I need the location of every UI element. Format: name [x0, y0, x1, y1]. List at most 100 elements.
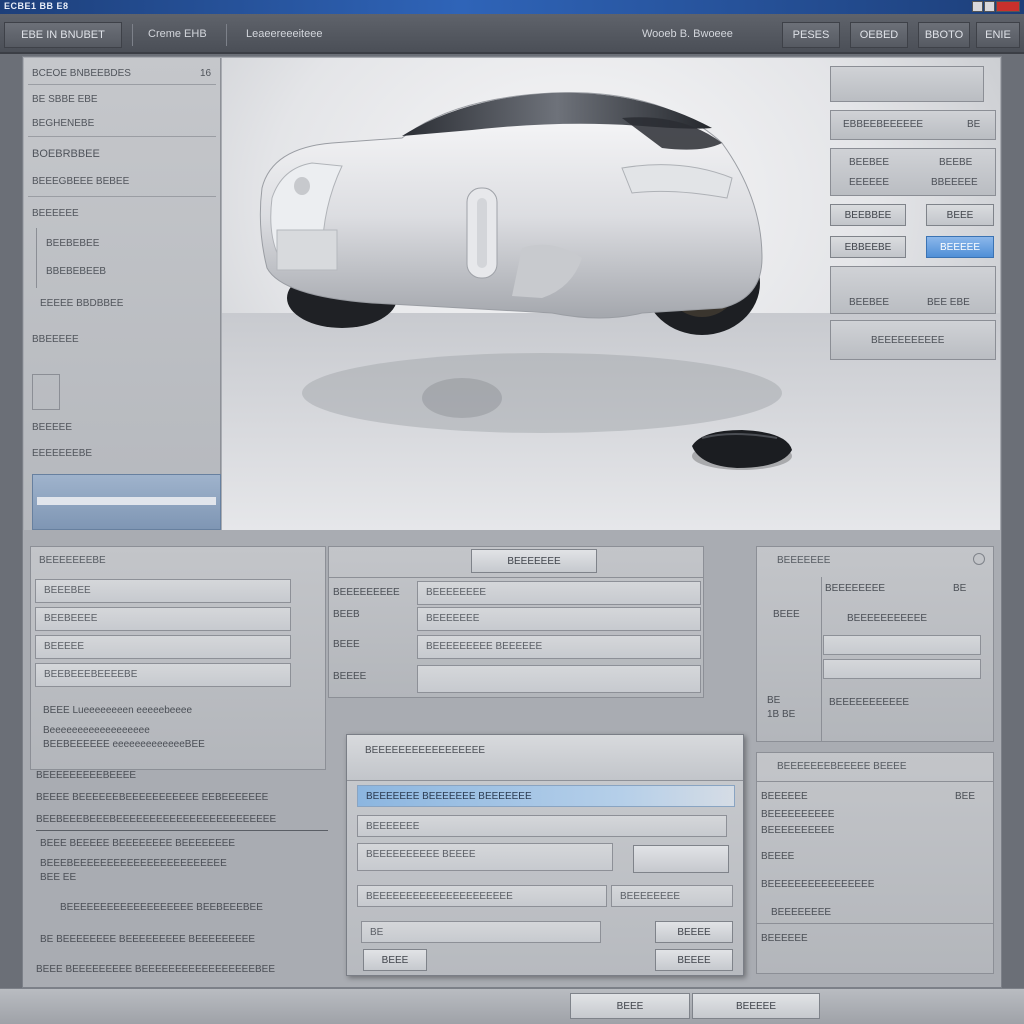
left-panel-item[interactable]: BBEEEEE [32, 334, 79, 345]
list-item-value: BEE [955, 791, 976, 802]
property-row[interactable]: EBBEEBEEEEEE BE [830, 110, 996, 140]
field-label: BEEE [333, 639, 360, 650]
dialog-selected-row[interactable]: BEEEEEEE BEEEEEEE BEEEEEEE [357, 785, 735, 807]
toolbar-divider [226, 24, 227, 46]
left-panel-item[interactable]: BBEBEBEEB [46, 266, 106, 277]
window-title: ECBE1 BB E8 [4, 1, 69, 11]
list-item[interactable]: BEEEE [761, 851, 794, 862]
list-field[interactable]: BEEEEE [35, 635, 291, 659]
value-field[interactable] [417, 665, 701, 693]
toolbar: EBE IN BNUBET Creme EHB Leaeereeeiteee W… [0, 14, 1024, 54]
status-bar: BEEE BEEEEE [0, 988, 1024, 1024]
tab-label[interactable]: Creme EHB [148, 28, 207, 40]
list-item[interactable]: BEEEEEEEEEE [761, 809, 834, 820]
lower-left-pane: BEEEEEEEBE BEEEBEE BEEBEEEE BEEEEE BEEBE… [30, 546, 326, 770]
left-panel-item[interactable]: EEEEEEEBE [32, 448, 92, 459]
dialog-ok-button[interactable]: BEEEE [655, 921, 733, 943]
toolbar-button-4[interactable]: ENIE [976, 22, 1020, 48]
property-row[interactable]: BEEEEEEEEEE [830, 320, 996, 360]
pane-header: BEEEEEEEBE [39, 555, 106, 566]
value-field[interactable]: BEEEEEEEEE BEEEEEE [417, 635, 701, 659]
pane-header: BEEEEEEEBEEEEE BEEEE [777, 761, 907, 772]
option-button[interactable]: BEEE [926, 204, 994, 226]
info-line: BEEE BEEEEE BEEEEEEEE BEEEEEEEE [40, 838, 236, 849]
divider [28, 196, 216, 197]
divider [757, 781, 993, 782]
side-label: 1B BE [767, 709, 796, 720]
toolbar-button-2[interactable]: OEBED [850, 22, 908, 48]
detail-field[interactable] [823, 635, 981, 655]
detail-label: BEEEEEEEE [825, 583, 886, 594]
side-label: BE [767, 695, 781, 706]
toolbar-button-3[interactable]: BBOTO [918, 22, 970, 48]
minimize-icon[interactable] [972, 1, 983, 12]
dialog-dropdown[interactable]: BEEEEEEEE [611, 885, 733, 907]
settings-icon[interactable] [973, 553, 985, 565]
left-panel-item[interactable]: EEEEE BBDBBEE [40, 298, 123, 309]
info-line: BEEBEEEBEEEBEEEEEEEEEEEEEEEEEEEEEEEE [36, 814, 277, 825]
left-panel-item[interactable]: BE SBBE EBE [32, 94, 98, 105]
detail-value: BE [953, 583, 967, 594]
field-label: BEEEE [333, 671, 367, 682]
option-button[interactable]: BEEBBEE [830, 204, 906, 226]
dialog-title: BEEEEEEEEEEEEEEEEE [365, 745, 486, 756]
option-button[interactable]: EBBEEBE [830, 236, 906, 258]
tab-button[interactable]: BEEEEEEE [471, 549, 597, 573]
left-panel-item[interactable]: BEEBEBEE [46, 238, 99, 249]
dialog-row[interactable]: BEEEEEEE [357, 815, 727, 837]
left-panel-item[interactable]: BEGHENEBE [32, 118, 94, 129]
toolbar-button-1[interactable]: PESES [782, 22, 840, 48]
detail-label: BEEEEEEEEEEE [847, 613, 928, 624]
value-field[interactable]: BEEEEEEEE [417, 581, 701, 605]
detail-field[interactable] [823, 659, 981, 679]
dialog-left-button[interactable]: BEEE [363, 949, 427, 971]
maximize-icon[interactable] [984, 1, 995, 12]
note-text: BEEE Lueeeeeeeen eeeeebeeee [43, 705, 193, 716]
info-line: BEE EE [40, 872, 77, 883]
toolbar-divider [132, 24, 133, 46]
dialog-dropdown[interactable]: BEEEEEEEEEEEEEEEEEEEEE [357, 885, 607, 907]
status-button[interactable]: BEEE [570, 993, 690, 1019]
close-icon[interactable] [996, 1, 1020, 12]
lower-center-pane: BEEEEEEE BEEEEEEEEE BEEEEEEEE BEEB BEEEE… [328, 546, 704, 698]
menu-button[interactable]: EBE IN BNUBET [4, 22, 122, 48]
list-field[interactable]: BEEBEEEBEEEEBE [35, 663, 291, 687]
dialog-row[interactable]: BEEEEEEEEEE BEEEE [357, 843, 613, 871]
list-item[interactable]: BEEEEEEEE [771, 907, 831, 918]
property-group[interactable]: BEEBEE BEE EBE [830, 266, 996, 314]
property-label: EBBEEBEEEEEE [843, 119, 924, 130]
path-label[interactable]: Leaeereeeiteee [246, 28, 322, 40]
dialog: BEEEEEEEEEEEEEEEEE BEEEEEEE BEEEEEEE BEE… [346, 734, 744, 976]
list-item[interactable]: BEEEEEEEEEE [761, 825, 834, 836]
window-controls [972, 1, 1020, 12]
selected-row[interactable] [32, 474, 221, 530]
status-button[interactable]: BEEEEE [692, 993, 820, 1019]
list-item[interactable]: BEEEEEEEEEEEEEEEE [761, 879, 874, 890]
list-item[interactable]: BEEEEEE [761, 791, 808, 802]
property-group[interactable]: BEEBEE BEEBE EEEEEE BBEEEEE [830, 148, 996, 196]
list-item[interactable]: BEEEEEE [761, 933, 808, 944]
value-field[interactable]: BEEEEEEE [417, 607, 701, 631]
list-field[interactable]: BEEEBEE [35, 579, 291, 603]
property-value: BBEEEEE [931, 177, 978, 188]
center-label[interactable]: Wooeb B. Bwoeee [642, 28, 733, 40]
divider [329, 577, 703, 578]
property-label: BEEBEE [849, 157, 890, 168]
left-panel-header: BCEOE BNBEEBDES [32, 68, 131, 79]
left-panel-item[interactable]: BOEBRBBEE [32, 148, 100, 160]
dialog-cancel-button[interactable]: BEEEE [655, 949, 733, 971]
pane-header: BEEEEEEE [777, 555, 831, 566]
option-button-active[interactable]: BEEEEE [926, 236, 994, 258]
left-panel-item[interactable]: BEEEEEE [32, 208, 79, 219]
dialog-side-button[interactable] [633, 845, 729, 873]
tree-bracket [32, 374, 60, 410]
title-bar: ECBE1 BB E8 [0, 0, 1024, 14]
list-field[interactable]: BEEBEEEE [35, 607, 291, 631]
property-label: EEEEEE [849, 177, 890, 188]
selected-row-bar [37, 497, 216, 505]
dialog-input[interactable]: BE [361, 921, 601, 943]
left-panel-item[interactable]: BEEEEE [32, 422, 72, 433]
left-panel-item[interactable]: BEEEGBEEE BEBEE [32, 176, 129, 187]
info-line: BEEEE BEEEEEEBEEEEEEEEEEE EEBEEEEEEE [36, 792, 269, 803]
preview-box [830, 66, 984, 102]
